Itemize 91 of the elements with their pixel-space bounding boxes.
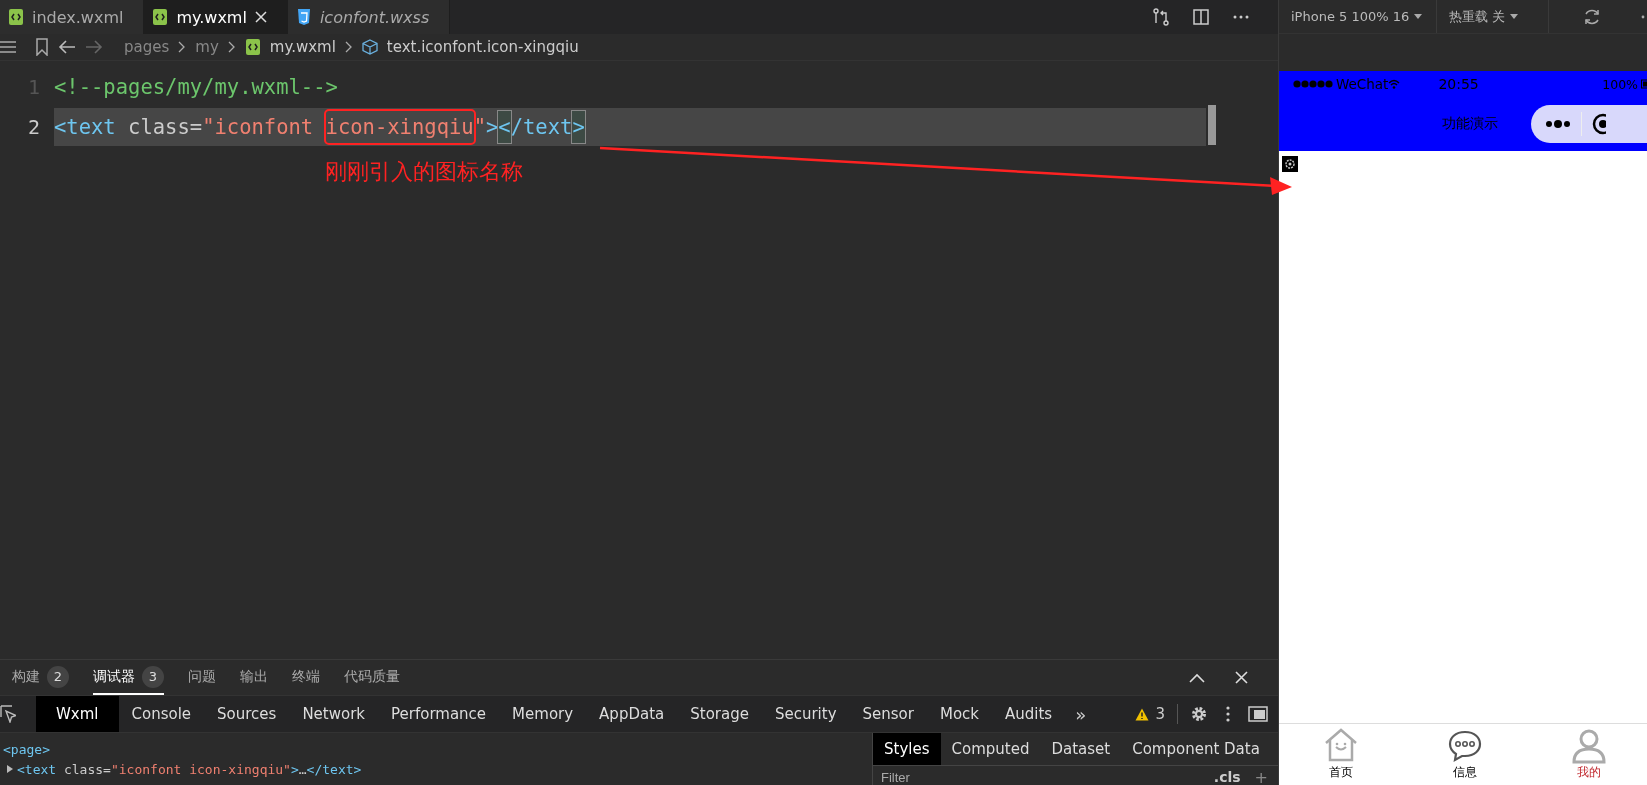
wxml-file-icon [8, 8, 24, 26]
code-token: "iconfont [202, 114, 315, 141]
warning-icon [1135, 707, 1150, 721]
css-file-icon [295, 8, 312, 26]
wxml-file-icon [152, 8, 169, 26]
caret-icon [1510, 14, 1519, 19]
code-token: /text [510, 114, 573, 141]
wxml-node[interactable]: <page> [3, 741, 50, 757]
wxml-node[interactable]: <text class="iconfont icon-xingqiu">…</text> [17, 761, 362, 777]
close-icon[interactable] [254, 11, 267, 23]
tab-bar-item[interactable]: 我的 [1577, 764, 1601, 781]
caret-icon [1414, 14, 1423, 19]
panel-tab[interactable]: 输出 [240, 660, 268, 695]
wxml-file-icon [244, 38, 261, 56]
annotation-text: 刚刚引入的图标名称 [325, 159, 523, 184]
code-token: class= [127, 114, 203, 141]
clock: 20:55 [1438, 76, 1479, 92]
devtools-tab[interactable]: Network [289, 696, 379, 732]
devtools-tab[interactable]: Memory [499, 696, 587, 732]
carrier-label: WeChat [1336, 76, 1389, 92]
chevron-icon [344, 41, 353, 53]
devtools-tab[interactable]: Sensor [849, 696, 927, 732]
page-title: 功能演示 [1442, 115, 1498, 133]
editor-tab[interactable]: my.wxml [144, 0, 288, 34]
forward-icon[interactable] [85, 40, 103, 54]
more-tabs-button[interactable]: » [1065, 703, 1097, 725]
devtools-tab[interactable]: Storage [677, 696, 762, 732]
chevron-icon [227, 41, 236, 53]
devtools-tab[interactable]: Performance [378, 696, 500, 732]
breadcrumb-item[interactable]: text.iconfont.icon-xingqiu [386, 38, 579, 56]
editor-tab[interactable]: iconfont.wxss [287, 0, 451, 34]
battery-level: 100% [1602, 76, 1638, 92]
device-dropdown[interactable]: iPhone 5 100% 16 [1279, 0, 1438, 33]
code-token: > [486, 114, 499, 141]
signal-icon [1291, 80, 1333, 88]
code-token: <text [54, 114, 116, 141]
chevron-up-icon[interactable] [1189, 672, 1205, 683]
breadcrumb-item[interactable]: pages [124, 38, 170, 56]
bookmark-icon[interactable] [35, 38, 49, 56]
code-token: <!--pages/my/my.wxml--> [54, 74, 338, 101]
editor-tab[interactable]: index.wxml [0, 0, 145, 34]
panel-tab[interactable]: 问题 [188, 660, 216, 695]
tab-bar-item[interactable]: 信息 [1453, 764, 1477, 781]
warning-count[interactable]: 3 [1155, 705, 1165, 723]
cube-icon [361, 39, 378, 55]
count-badge: 2 [47, 665, 69, 688]
code-token: < [498, 111, 511, 143]
wifi-icon [1388, 79, 1401, 89]
styles-tab[interactable]: Component Data [1121, 733, 1271, 765]
menu-icon[interactable] [0, 40, 16, 54]
breadcrumb-item[interactable]: my.wxml [269, 38, 336, 56]
code-token: > [572, 111, 585, 143]
refresh-icon[interactable] [1583, 7, 1602, 26]
devtools-tab[interactable]: Console [118, 696, 205, 732]
devtools-tab[interactable]: Sources [204, 696, 290, 732]
compare-icon[interactable] [1152, 8, 1170, 26]
hot-reload-dropdown[interactable]: 热重载 关 [1437, 0, 1550, 33]
count-badge: 3 [142, 665, 164, 688]
filter-field[interactable]: Filter [873, 767, 1214, 785]
kebab-menu-icon[interactable] [1226, 706, 1230, 722]
styles-tab[interactable]: Dataset [1040, 733, 1122, 765]
close-icon[interactable] [1235, 671, 1248, 684]
split-editor-icon[interactable] [1192, 8, 1210, 26]
panel-tab[interactable]: 代码质量 [344, 660, 400, 695]
line-number: 2 [26, 115, 41, 139]
styles-tab[interactable]: Styles [873, 733, 941, 765]
tab-bar-item[interactable]: 首页 [1329, 764, 1353, 781]
target-icon[interactable] [1592, 113, 1606, 135]
code-token: icon-xingqiu [325, 111, 474, 143]
breadcrumb-item[interactable]: my [195, 38, 219, 56]
settings-icon[interactable] [1190, 705, 1208, 723]
collapsed-triangle-icon[interactable] [6, 764, 14, 774]
panel-tab[interactable]: 终端 [292, 660, 320, 695]
add-rule-button[interactable]: + [1254, 767, 1268, 785]
devtools-tab[interactable]: AppData [586, 696, 678, 732]
devtools-tab[interactable]: Security [761, 696, 850, 732]
inspect-icon[interactable] [0, 705, 16, 723]
devtools-tab[interactable]: Wxml [36, 696, 119, 732]
scrollbar-thumb [1208, 105, 1216, 145]
chat-icon[interactable] [1447, 728, 1483, 764]
panel-tab[interactable]: 构建 2 [12, 660, 69, 695]
devtools-tab[interactable]: Audits [992, 696, 1066, 732]
styles-tab[interactable]: Computed [940, 733, 1041, 765]
devtools-tab[interactable]: Mock [926, 696, 993, 732]
dock-icon[interactable] [1248, 706, 1268, 722]
capsule-button[interactable] [1531, 105, 1647, 143]
chevron-icon [178, 41, 187, 53]
back-icon[interactable] [58, 40, 76, 54]
cls-button[interactable]: .cls [1213, 769, 1241, 785]
code-token: " [473, 114, 486, 141]
planet-icon [1282, 156, 1298, 172]
